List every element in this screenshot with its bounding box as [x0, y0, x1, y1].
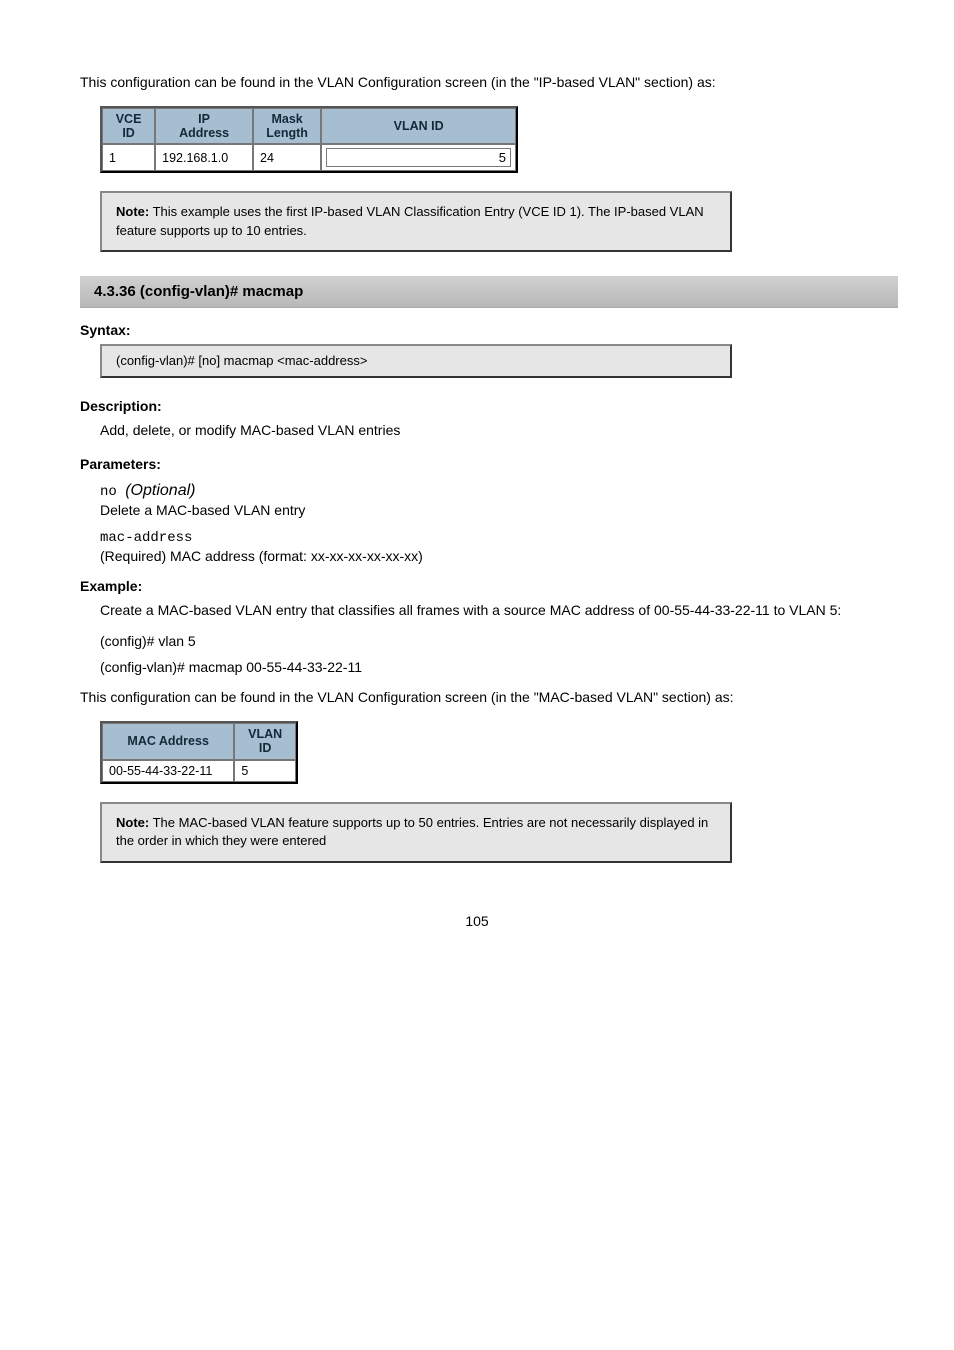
table-row: 1 192.168.1.0 24: [102, 144, 516, 171]
ip-vlan-table: VCEID IPAddress MaskLength VLAN ID 1 192…: [100, 106, 518, 174]
th-vlan-id: VLAN ID: [321, 108, 516, 145]
cell-vce-id: 1: [102, 144, 155, 171]
param-mac-desc: (Required) MAC address (format: xx-xx-xx…: [100, 548, 874, 564]
th-mac-vlan-id: VLANID: [234, 723, 296, 760]
note-text: This example uses the first IP-based VLA…: [116, 204, 704, 237]
note-text-2: The MAC-based VLAN feature supports up t…: [116, 815, 708, 848]
th-ip-address: IPAddress: [155, 108, 253, 145]
parameters-label: Parameters:: [80, 456, 874, 472]
example-cmd-1: (config)# vlan 5: [100, 633, 874, 649]
th-mac-address: MAC Address: [102, 723, 234, 760]
note-mac-vlan: Note: The MAC-based VLAN feature support…: [100, 802, 732, 862]
note-ip-vlan: Note: This example uses the first IP-bas…: [100, 191, 732, 251]
cell-mac-address: 00-55-44-33-22-11: [102, 760, 234, 782]
param-mac-name: mac-address: [100, 530, 192, 546]
mac-note-text: This configuration can be found in the V…: [80, 687, 874, 709]
param-no-name: no: [100, 484, 125, 500]
cell-vlan-id: [321, 144, 516, 171]
th-vce-id: VCEID: [102, 108, 155, 145]
syntax-label: Syntax:: [80, 322, 874, 338]
cell-ip-address: 192.168.1.0: [155, 144, 253, 171]
example-label: Example:: [80, 578, 874, 594]
param-no-optional: (Optional): [125, 482, 195, 499]
description-label: Description:: [80, 398, 874, 414]
example-cmd-2: (config-vlan)# macmap 00-55-44-33-22-11: [100, 659, 874, 675]
cell-mac-vlan-id: 5: [234, 760, 296, 782]
page-number: 105: [80, 913, 874, 929]
syntax-box: (config-vlan)# [no] macmap <mac-address>: [100, 344, 732, 378]
example-text: Create a MAC-based VLAN entry that class…: [100, 600, 874, 622]
param-mac-address: mac-address (Required) MAC address (form…: [100, 528, 874, 564]
cell-mask-length: 24: [253, 144, 321, 171]
note-label-2: Note:: [116, 815, 149, 830]
description-text: Add, delete, or modify MAC-based VLAN en…: [100, 420, 874, 442]
th-mask-length: MaskLength: [253, 108, 321, 145]
vlan-id-input[interactable]: [326, 148, 511, 167]
intro-text: This configuration can be found in the V…: [80, 72, 874, 94]
mac-vlan-table: MAC Address VLANID 00-55-44-33-22-11 5: [100, 721, 298, 784]
table-row: 00-55-44-33-22-11 5: [102, 760, 296, 782]
param-no: no (Optional) Delete a MAC-based VLAN en…: [100, 482, 874, 518]
section-heading-macmap: 4.3.36 (config-vlan)# macmap: [80, 276, 898, 308]
note-label: Note:: [116, 204, 149, 219]
param-no-desc: Delete a MAC-based VLAN entry: [100, 502, 874, 518]
